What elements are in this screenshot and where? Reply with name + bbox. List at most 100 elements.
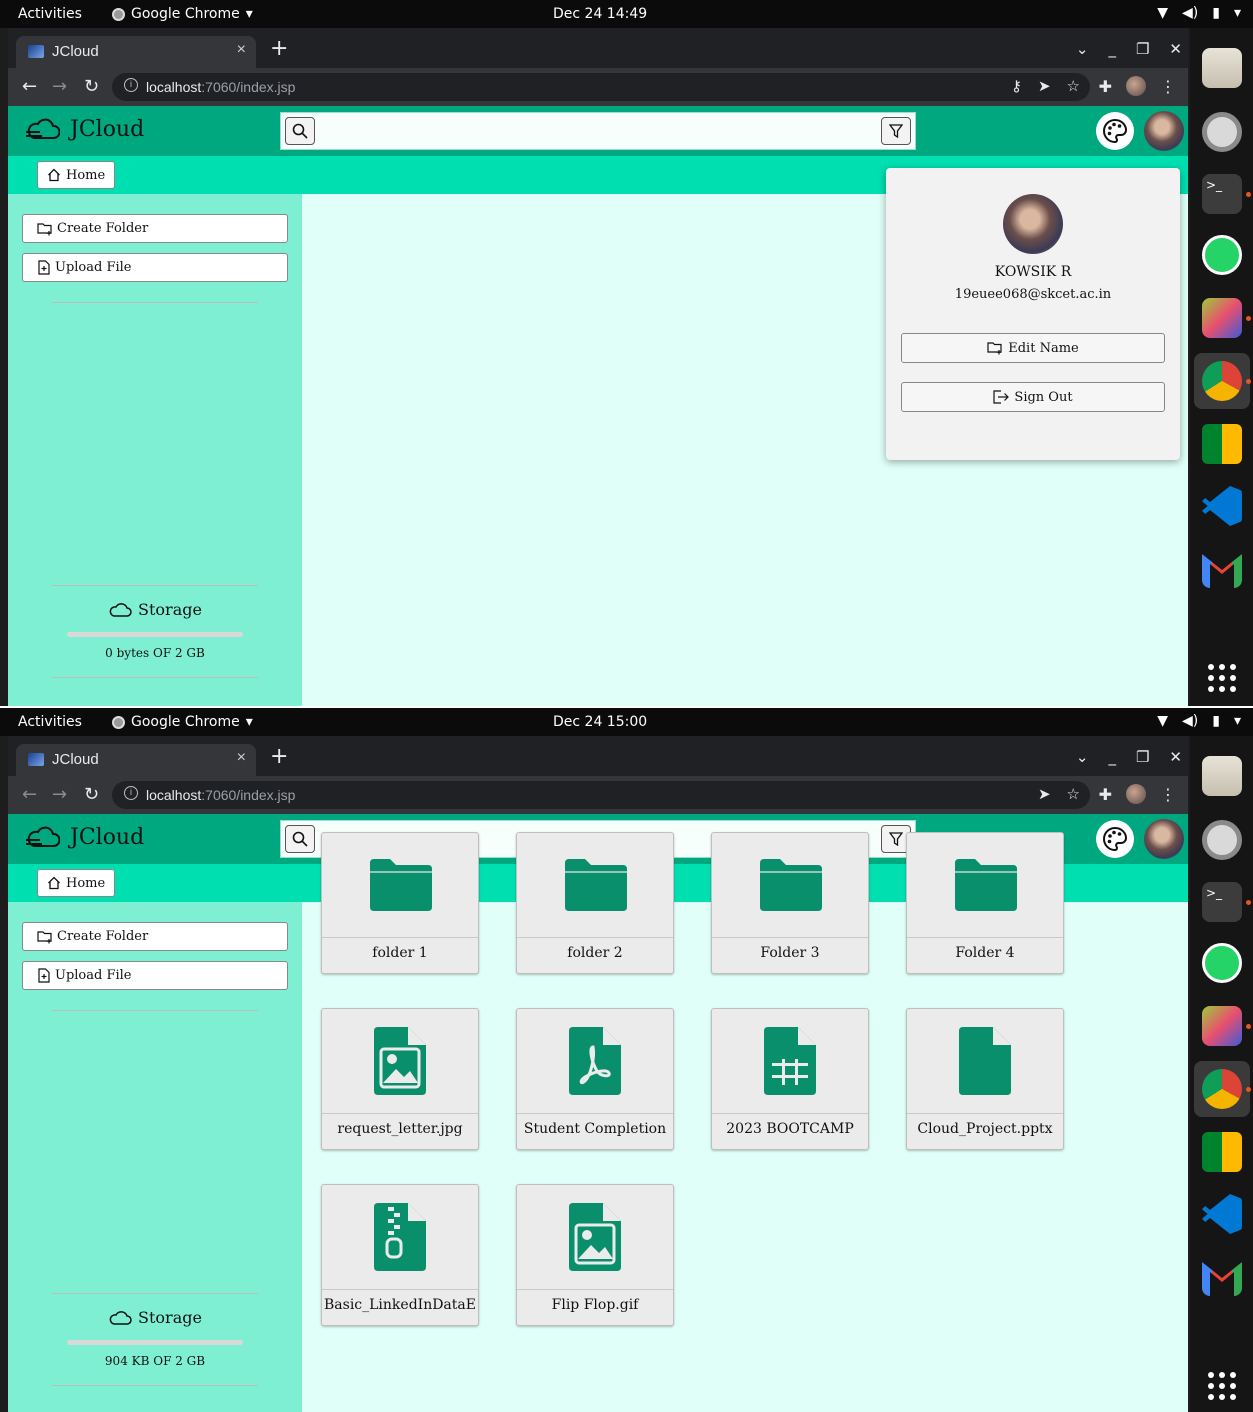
file-tile[interactable]: Flip Flop.gif xyxy=(516,1184,674,1326)
whatsapp-icon[interactable] xyxy=(1202,943,1242,983)
files-icon[interactable] xyxy=(1202,756,1242,796)
extensions-icon[interactable]: ✚ xyxy=(1099,785,1112,804)
file-tile[interactable]: Student Completion xyxy=(516,1008,674,1150)
system-tray[interactable]: ▼ ◀) ▮ ▾ xyxy=(1157,713,1241,729)
chrome-icon[interactable] xyxy=(1202,361,1242,401)
tab-close-icon[interactable]: × xyxy=(237,41,246,59)
tab-title: JCloud xyxy=(52,43,99,60)
folder-tile[interactable]: Folder 3 xyxy=(711,832,869,974)
virtualbox-icon[interactable] xyxy=(1202,1006,1242,1046)
files-icon[interactable] xyxy=(1202,48,1242,88)
user-avatar-button[interactable] xyxy=(1144,819,1184,859)
google-meet-icon[interactable] xyxy=(1202,1132,1242,1172)
new-tab-button[interactable]: + xyxy=(270,746,288,768)
app-menu[interactable]: Google Chrome ▾ xyxy=(112,714,253,730)
browser-tab[interactable]: JCloud × xyxy=(16,744,256,776)
activities-button[interactable]: Activities xyxy=(18,714,82,730)
minimize-icon[interactable]: _ xyxy=(1108,40,1116,58)
tab-search-icon[interactable]: ⌄ xyxy=(1076,748,1089,766)
forward-icon[interactable]: → xyxy=(52,76,67,97)
extensions-icon[interactable]: ✚ xyxy=(1099,77,1112,96)
settings-icon[interactable] xyxy=(1202,112,1242,152)
forward-icon[interactable]: → xyxy=(52,784,67,805)
upload-file-button[interactable]: Upload File xyxy=(22,961,288,990)
chrome-icon[interactable] xyxy=(1202,1069,1242,1109)
upload-file-button[interactable]: Upload File xyxy=(22,253,288,282)
create-folder-button[interactable]: Create Folder xyxy=(22,922,288,951)
reload-icon[interactable]: ↻ xyxy=(84,76,99,97)
create-folder-button[interactable]: Create Folder xyxy=(22,214,288,243)
address-bar[interactable]: i localhost:7060/index.jsp ➤ ☆ xyxy=(112,781,1090,809)
sign-out-button[interactable]: Sign Out xyxy=(901,382,1165,412)
browser-menu-icon[interactable]: ⋮ xyxy=(1160,785,1176,804)
home-breadcrumb-button[interactable]: Home xyxy=(37,869,116,897)
folder-tile[interactable]: folder 1 xyxy=(321,832,479,974)
file-tile[interactable]: Cloud_Project.pptx xyxy=(906,1008,1064,1150)
browser-tab[interactable]: JCloud × xyxy=(16,36,256,68)
back-icon[interactable]: ← xyxy=(22,784,37,805)
search-button[interactable] xyxy=(285,117,315,145)
tile-divider xyxy=(322,1289,478,1290)
show-apps-icon[interactable] xyxy=(1208,1372,1236,1400)
tab-close-icon[interactable]: × xyxy=(237,749,246,767)
file-tile[interactable]: Basic_LinkedInDataE xyxy=(321,1184,479,1326)
gmail-icon[interactable] xyxy=(1202,1262,1242,1296)
profile-avatar-small[interactable] xyxy=(1126,76,1146,96)
user-avatar-button[interactable] xyxy=(1144,111,1184,151)
app-logo[interactable]: JCloud xyxy=(24,117,144,142)
system-clock[interactable]: Dec 24 14:49 xyxy=(553,6,647,22)
tile-label: Folder 3 xyxy=(760,945,820,961)
file-tile[interactable]: 2023 BOOTCAMP xyxy=(711,1008,869,1150)
minimize-icon[interactable]: _ xyxy=(1108,748,1116,766)
search-input[interactable] xyxy=(321,115,881,147)
whatsapp-icon[interactable] xyxy=(1202,235,1242,275)
file-tile[interactable]: request_letter.jpg xyxy=(321,1008,479,1150)
send-icon[interactable]: ➤ xyxy=(1038,77,1051,95)
theme-palette-button[interactable] xyxy=(1096,820,1134,858)
key-icon[interactable]: ⚷ xyxy=(1011,77,1022,95)
close-window-icon[interactable]: ✕ xyxy=(1169,40,1182,58)
restore-icon[interactable]: ❐ xyxy=(1136,40,1149,58)
settings-icon[interactable] xyxy=(1202,820,1242,860)
tab-search-icon[interactable]: ⌄ xyxy=(1076,40,1089,58)
edit-name-button[interactable]: Edit Name xyxy=(901,333,1165,363)
search-button[interactable] xyxy=(285,825,315,853)
app-logo[interactable]: JCloud xyxy=(24,825,144,850)
vscode-icon[interactable] xyxy=(1202,486,1242,526)
bookmark-star-icon[interactable]: ☆ xyxy=(1067,77,1080,95)
send-icon[interactable]: ➤ xyxy=(1038,785,1051,803)
home-breadcrumb-button[interactable]: Home xyxy=(37,161,116,189)
show-apps-icon[interactable] xyxy=(1208,664,1236,692)
system-clock[interactable]: Dec 24 15:00 xyxy=(553,714,647,730)
virtualbox-icon[interactable] xyxy=(1202,298,1242,338)
restore-icon[interactable]: ❐ xyxy=(1136,748,1149,766)
address-bar[interactable]: i localhost:7060/index.jsp ⚷ ➤ ☆ xyxy=(112,73,1090,101)
sign-out-label: Sign Out xyxy=(1014,389,1073,405)
reload-icon[interactable]: ↻ xyxy=(84,784,99,805)
terminal-icon[interactable]: >_ xyxy=(1202,174,1242,214)
storage-heading: Storage xyxy=(8,1308,302,1327)
folder-tile[interactable]: folder 2 xyxy=(516,832,674,974)
filter-button[interactable] xyxy=(881,117,911,145)
bookmark-star-icon[interactable]: ☆ xyxy=(1067,785,1080,803)
storage-heading: Storage xyxy=(8,600,302,619)
system-tray[interactable]: ▼ ◀) ▮ ▾ xyxy=(1157,5,1241,21)
back-icon[interactable]: ← xyxy=(22,76,37,97)
folder-tile[interactable]: Folder 4 xyxy=(906,832,1064,974)
terminal-icon[interactable]: >_ xyxy=(1202,882,1242,922)
google-meet-icon[interactable] xyxy=(1202,424,1242,464)
browser-tab-strip: JCloud × + ⌄ _ ❐ ✕ xyxy=(8,736,1188,776)
new-tab-button[interactable]: + xyxy=(270,38,288,60)
gmail-icon[interactable] xyxy=(1202,554,1242,588)
vscode-icon[interactable] xyxy=(1202,1194,1242,1234)
app-menu[interactable]: Google Chrome ▾ xyxy=(112,6,253,22)
create-folder-label: Create Folder xyxy=(57,929,149,944)
browser-menu-icon[interactable]: ⋮ xyxy=(1160,77,1176,96)
activities-button[interactable]: Activities xyxy=(18,6,82,22)
pdf-file-icon xyxy=(517,1009,673,1113)
profile-avatar-small[interactable] xyxy=(1126,784,1146,804)
site-info-icon[interactable]: i xyxy=(124,786,138,800)
site-info-icon[interactable]: i xyxy=(124,78,138,92)
theme-palette-button[interactable] xyxy=(1096,112,1134,150)
close-window-icon[interactable]: ✕ xyxy=(1169,748,1182,766)
